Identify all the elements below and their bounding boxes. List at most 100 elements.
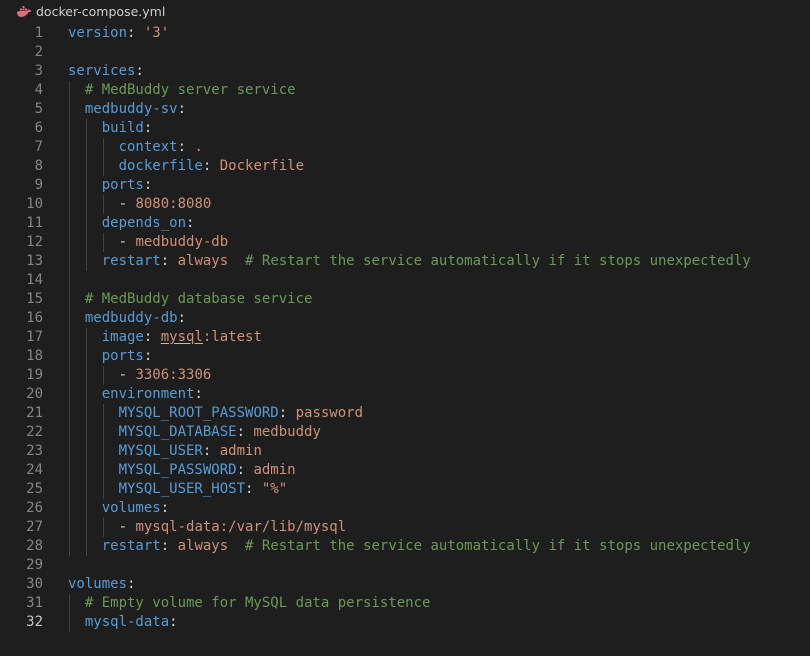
code-token: :	[143, 177, 153, 193]
code-line[interactable]: 10 - 8080:8080	[0, 195, 810, 214]
code-line[interactable]: 20 environment:	[0, 385, 810, 404]
tab-docker-compose[interactable]: docker-compose.yml	[0, 0, 180, 24]
line-number: 11	[26, 215, 43, 231]
code-line[interactable]: 18 ports:	[0, 347, 810, 366]
line-content: build:	[68, 119, 153, 138]
code-token: :	[194, 386, 203, 402]
code-token: -	[68, 196, 136, 212]
code-token: 8080:8080	[135, 196, 212, 212]
line-content: ports:	[68, 347, 153, 366]
line-content: volumes:	[68, 575, 135, 594]
code-token: Dockerfile	[219, 158, 305, 174]
code-token: :	[169, 614, 178, 630]
code-line[interactable]: 31 # Empty volume for MySQL data persist…	[0, 594, 810, 613]
code-line[interactable]: 29	[0, 556, 810, 575]
line-content: context: .	[68, 138, 203, 157]
code-token: MYSQL_PASSWORD	[118, 462, 237, 478]
code-line[interactable]: 5 medbuddy-sv:	[0, 100, 810, 119]
code-line[interactable]: 12 - medbuddy-db	[0, 233, 810, 252]
code-line[interactable]: 17 image: mysql:latest	[0, 328, 810, 347]
line-content: - 3306:3306	[68, 366, 212, 385]
line-number: 4	[34, 82, 43, 98]
code-token: :	[177, 139, 195, 155]
code-token: context	[118, 139, 178, 155]
code-line[interactable]: 13 restart: always # Restart the service…	[0, 252, 810, 271]
line-content: # MedBuddy server service	[68, 81, 296, 100]
code-line[interactable]: 19 - 3306:3306	[0, 366, 810, 385]
code-token: # Empty volume for MySQL data persistenc…	[84, 595, 431, 611]
code-line[interactable]: 22 MYSQL_DATABASE: medbuddy	[0, 423, 810, 442]
code-line[interactable]: 8 dockerfile: Dockerfile	[0, 157, 810, 176]
code-line[interactable]: 30 volumes:	[0, 575, 810, 594]
code-editor[interactable]: 1 version: '3' 2 3 services: 4 # MedBuddy ser…	[0, 24, 810, 656]
code-token: :	[186, 215, 195, 231]
code-line[interactable]: 26 volumes:	[0, 499, 810, 518]
line-content: services:	[68, 62, 144, 81]
code-line[interactable]: 3 services:	[0, 62, 810, 81]
code-line[interactable]: 4 # MedBuddy server service	[0, 81, 810, 100]
indent-guide	[102, 138, 104, 176]
code-line[interactable]: 7 context: .	[0, 138, 810, 157]
code-token: :	[278, 405, 296, 421]
line-content: restart: always # Restart the service au…	[68, 537, 751, 556]
code-line[interactable]: 24 MYSQL_PASSWORD: admin	[0, 461, 810, 480]
line-number: 6	[34, 120, 43, 136]
code-line[interactable]: 16 medbuddy-db:	[0, 309, 810, 328]
code-line[interactable]: 14	[0, 271, 810, 290]
code-token: :	[160, 538, 178, 554]
code-line[interactable]: 28 restart: always # Restart the service…	[0, 537, 810, 556]
code-line[interactable]: 15 # MedBuddy database service	[0, 290, 810, 309]
line-number: 24	[26, 462, 43, 478]
code-line[interactable]: 21 MYSQL_ROOT_PASSWORD: password	[0, 404, 810, 423]
line-content: medbuddy-sv:	[68, 100, 186, 119]
line-number: 28	[26, 538, 43, 554]
code-line[interactable]: 11 depends_on:	[0, 214, 810, 233]
code-token: :	[143, 329, 161, 345]
code-line[interactable]: 23 MYSQL_USER: admin	[0, 442, 810, 461]
line-number: 26	[26, 500, 43, 516]
code-token: :	[236, 462, 254, 478]
line-content: ports:	[68, 176, 153, 195]
code-token: :	[245, 481, 262, 497]
code-token: # MedBuddy server service	[84, 82, 296, 98]
code-line[interactable]: 6 build:	[0, 119, 810, 138]
indent-guide	[102, 233, 104, 252]
code-token: -	[68, 367, 136, 383]
line-content: # MedBuddy database service	[68, 290, 313, 309]
line-content: MYSQL_USER: admin	[68, 442, 262, 461]
code-token: '3'	[143, 25, 170, 41]
code-token: MYSQL_DATABASE	[118, 424, 237, 440]
code-token: always	[177, 253, 229, 269]
code-line[interactable]: 32 mysql-data:	[0, 613, 810, 632]
code-line[interactable]: 2	[0, 43, 810, 62]
code-line[interactable]: 9 ports:	[0, 176, 810, 195]
code-line[interactable]: 25 MYSQL_USER_HOST: "%"	[0, 480, 810, 499]
code-token: restart	[101, 538, 161, 554]
line-number: 27	[26, 519, 43, 535]
code-token: volumes	[68, 576, 128, 592]
line-number: 13	[26, 253, 43, 269]
code-token: build	[101, 120, 144, 136]
line-number: 32	[26, 614, 43, 630]
code-token: medbuddy-db	[84, 310, 178, 326]
code-token: :	[160, 500, 170, 516]
code-token: -	[68, 234, 136, 250]
code-line[interactable]: 1 version: '3'	[0, 24, 810, 43]
code-token: # Restart the service automatically if i…	[245, 253, 751, 269]
code-token: always	[177, 538, 229, 554]
line-content: MYSQL_USER_HOST: "%"	[68, 480, 288, 499]
line-number: 22	[26, 424, 43, 440]
line-number: 8	[34, 158, 43, 174]
indent-guide	[69, 594, 70, 632]
line-number: 31	[26, 595, 43, 611]
code-line[interactable]: 27 - mysql-data:/var/lib/mysql	[0, 518, 810, 537]
